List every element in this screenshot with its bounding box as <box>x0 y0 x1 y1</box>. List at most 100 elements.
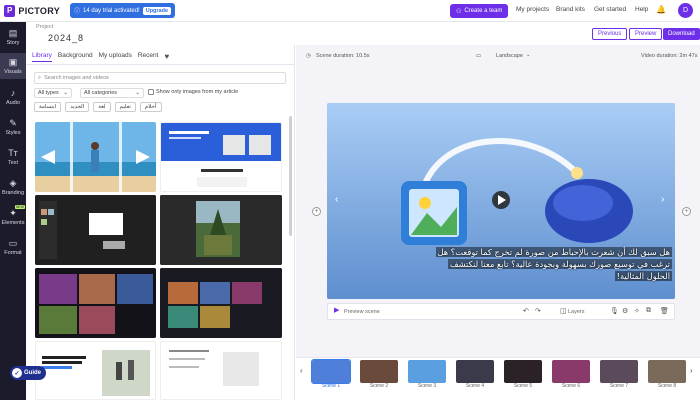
delete-icon[interactable]: 🗑 <box>660 307 669 315</box>
preview-button[interactable]: Preview <box>629 28 663 40</box>
undo-icon[interactable]: ↶ <box>523 307 529 315</box>
search-input[interactable]: ⌕ Search images and videos <box>34 72 286 84</box>
scene-thumbnail-7[interactable] <box>600 360 638 383</box>
scene-thumbnail-1[interactable] <box>311 359 351 384</box>
keyword-chip[interactable]: لغة <box>93 102 111 112</box>
type-filter[interactable]: All types ⌄ <box>34 88 72 98</box>
chevron-down-icon[interactable]: ⌄ <box>526 52 531 58</box>
heart-icon[interactable]: ♥ <box>164 52 169 62</box>
sidebar-item-audio[interactable]: ♪ Audio <box>0 84 26 110</box>
scene-thumbnail-2[interactable] <box>360 360 398 383</box>
add-scene-after-icon[interactable]: + <box>682 207 691 216</box>
layers-icon[interactable]: ◫ <box>560 307 567 315</box>
timeline-right-arrow-icon[interactable]: › <box>690 366 693 375</box>
create-team-button[interactable]: ⚇ Create a team <box>450 4 509 18</box>
sidebar-item-styles[interactable]: ✎ Styles <box>0 114 26 140</box>
play-icon[interactable]: ▶ <box>334 306 339 314</box>
keyword-chip[interactable]: تعليم <box>114 102 136 112</box>
scene-label-5: Scene 5 <box>513 383 533 389</box>
preview-scene-label[interactable]: Preview scene <box>344 309 380 315</box>
text-icon: Tт <box>8 147 18 158</box>
next-arrow-icon[interactable]: › <box>661 194 664 205</box>
audio-icon: ♪ <box>10 87 16 98</box>
effects-icon[interactable]: ✧ <box>634 307 640 315</box>
bell-icon[interactable]: 🔔 <box>656 5 666 14</box>
sidebar-item-branding[interactable]: ◈ Branding <box>0 174 26 200</box>
keyword-chip[interactable]: ابتسامة <box>34 102 62 112</box>
tab-background[interactable]: Background <box>58 52 93 62</box>
format-icon: ▭ <box>8 237 18 248</box>
sidebar-item-text[interactable]: Tт Text <box>0 144 26 170</box>
tab-recent[interactable]: Recent <box>138 52 159 62</box>
scene-label-7: Scene 7 <box>609 383 629 389</box>
panel-scrollbar[interactable] <box>289 116 292 236</box>
scene-label-8: Scene 8 <box>657 383 677 389</box>
layers-label[interactable]: Layers <box>568 309 585 315</box>
media-thumbnail[interactable] <box>35 268 156 338</box>
sidebar-item-visuals[interactable]: ▣ Visuals <box>0 53 26 79</box>
media-thumbnail[interactable] <box>160 122 282 192</box>
checkbox-icon[interactable] <box>148 89 154 95</box>
nav-get-started[interactable]: Get started <box>594 6 626 13</box>
timeline-left-arrow-icon[interactable]: ‹ <box>300 366 303 375</box>
editor-screenshot-thumbnail <box>35 195 156 265</box>
clock-icon: ◷ <box>306 53 311 59</box>
sidebar-item-story[interactable]: ▤ Story <box>0 24 26 50</box>
scene-thumbnail-6[interactable] <box>552 360 590 383</box>
avatar[interactable]: D <box>678 3 693 18</box>
tab-my-uploads[interactable]: My uploads <box>99 52 132 62</box>
caption-line: الحلول المثالية! <box>614 271 672 281</box>
sidebar-label: Visuals <box>4 68 22 75</box>
scene-thumbnail-8[interactable] <box>648 360 686 383</box>
nav-help[interactable]: Help <box>635 6 648 13</box>
elements-icon: ✦ <box>9 207 17 218</box>
redo-icon[interactable]: ↷ <box>535 307 541 315</box>
media-thumbnail[interactable] <box>35 195 156 265</box>
media-thumbnail[interactable] <box>35 341 156 400</box>
new-badge: NEW <box>14 205 25 209</box>
media-thumbnail[interactable] <box>160 268 282 338</box>
sidebar-label: Text <box>7 159 19 166</box>
settings-icon[interactable]: ⚙ <box>622 307 628 315</box>
logo[interactable]: P PICTORY <box>0 4 60 17</box>
project-name[interactable]: 2024_8 <box>48 33 84 43</box>
scene-thumbnail-3[interactable] <box>408 360 446 383</box>
add-scene-before-icon[interactable]: + <box>312 207 321 216</box>
media-thumbnail[interactable] <box>160 195 282 265</box>
sidebar-label: Audio <box>5 99 21 106</box>
only-images-checkbox[interactable]: Show only images from my article <box>148 89 238 95</box>
sidebar-item-elements[interactable]: NEW ✦ Elements <box>0 204 26 230</box>
microphone-icon[interactable]: 🎙 <box>610 307 619 315</box>
media-thumbnail[interactable] <box>160 341 282 400</box>
duplicate-icon[interactable]: ⧉ <box>646 307 651 315</box>
download-button[interactable]: Download <box>663 28 700 40</box>
nav-my-projects[interactable]: My projects <box>516 6 549 13</box>
logo-text: PICTORY <box>18 5 60 16</box>
chevron-down-icon: ⌄ <box>135 90 140 96</box>
tab-library[interactable]: Library <box>32 52 52 62</box>
keyword-chip[interactable]: أحلام <box>139 102 162 112</box>
previous-button[interactable]: Previous <box>592 28 628 40</box>
orientation-select[interactable]: Landscape <box>496 53 523 59</box>
guide-button[interactable]: ✓ Guide <box>10 366 47 380</box>
nav-brand-kits[interactable]: Brand kits <box>556 6 585 13</box>
sidebar-label: Format <box>4 249 22 256</box>
sidebar-item-format[interactable]: ▭ Format <box>0 234 26 260</box>
expand-images-thumbnail <box>42 350 150 396</box>
keyword-chip[interactable]: الجديد <box>65 102 90 112</box>
sidebar-label: Elements <box>1 219 25 226</box>
search-placeholder: Search images and videos <box>44 75 109 81</box>
scene-caption[interactable]: هل سبق لك أن شعرت بالإحباط من صورة لم تخ… <box>330 246 672 282</box>
type-filter-value: All types <box>38 90 59 96</box>
scene-thumbnail-4[interactable] <box>456 360 494 383</box>
caption-line: هل سبق لك أن شعرت بالإحباط من صورة لم تخ… <box>435 247 672 257</box>
prev-arrow-icon[interactable]: ‹ <box>335 194 338 205</box>
trial-text: 14 day trial activated! <box>83 7 140 14</box>
scene-thumbnail-5[interactable] <box>504 360 542 383</box>
forest-painting-thumbnail <box>160 195 282 265</box>
upgrade-button[interactable]: Upgrade <box>142 6 172 15</box>
landscape-icon: ▭ <box>476 53 482 59</box>
webpage-thumbnail <box>161 123 281 187</box>
category-filter[interactable]: All categories ⌄ <box>80 88 144 98</box>
media-thumbnail[interactable] <box>35 122 156 192</box>
